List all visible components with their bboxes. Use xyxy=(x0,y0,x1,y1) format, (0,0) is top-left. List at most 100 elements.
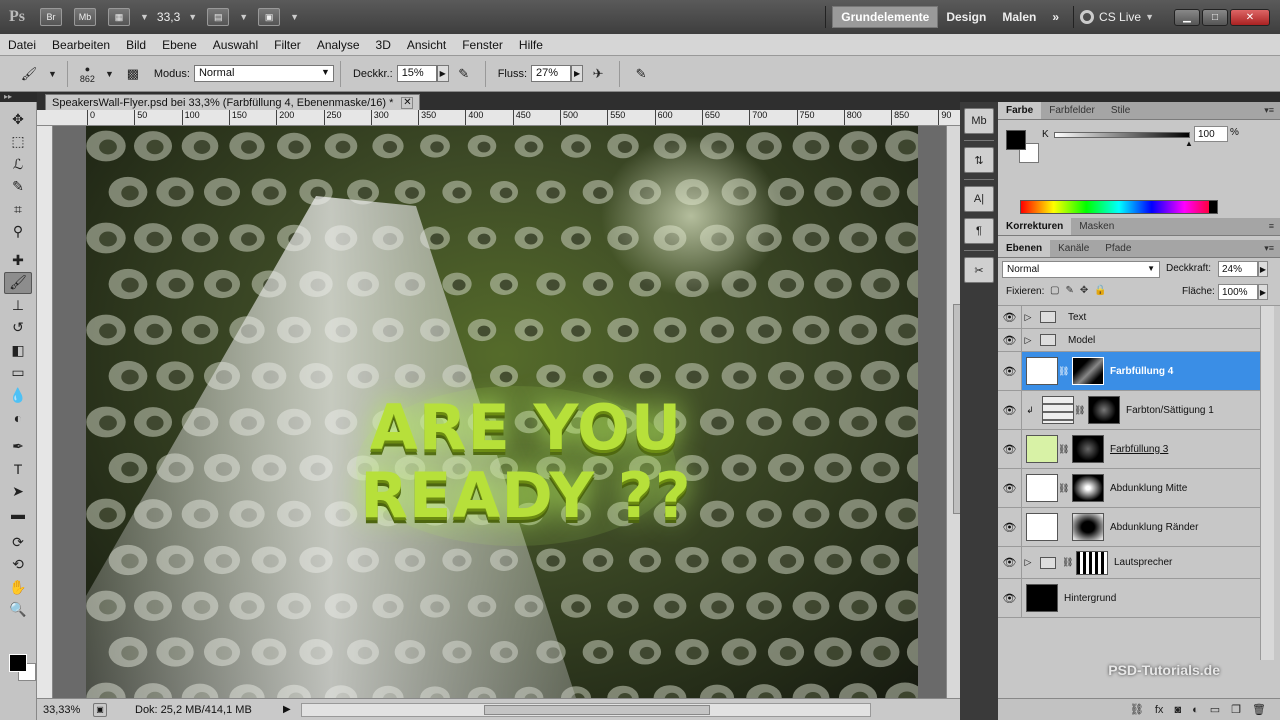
link-chain-icon[interactable]: ⛓ xyxy=(1074,405,1085,416)
chevron-down-icon[interactable]: ▼ xyxy=(290,12,299,22)
layer-row-hintergrund[interactable]: 👁 Hintergrund xyxy=(998,579,1260,618)
dock-collapse-strip[interactable] xyxy=(960,92,998,102)
tools-collapse-strip[interactable]: ▸▸ xyxy=(0,92,37,102)
foreground-color-swatch[interactable] xyxy=(9,654,27,672)
horizontal-scrollbar[interactable] xyxy=(300,702,871,717)
new-group-icon[interactable]: ▭ xyxy=(1210,703,1220,716)
brush-panel-toggle-icon[interactable]: ▩ xyxy=(120,61,146,87)
layer-row-abdunklung-raender[interactable]: 👁 ⛓ Abdunklung Ränder xyxy=(998,508,1260,547)
tool-presets-panel-icon[interactable]: ✂ xyxy=(964,257,994,283)
close-button[interactable]: ✕ xyxy=(1230,8,1270,26)
tab-farbe[interactable]: Farbe xyxy=(998,102,1042,119)
pressure-size-icon[interactable]: ✎ xyxy=(628,61,654,87)
layer-mask-thumbnail[interactable] xyxy=(1072,474,1104,502)
fill-field[interactable]: 100% xyxy=(1218,284,1258,300)
expand-triangle-icon[interactable]: ▷ xyxy=(1022,312,1034,323)
flow-field[interactable]: 27% xyxy=(531,65,572,82)
layers-scrollbar[interactable] xyxy=(1260,306,1274,660)
slider-thumb-icon[interactable]: ▲ xyxy=(1185,139,1193,148)
status-zoom[interactable]: 33,33% xyxy=(37,704,87,716)
k-slider[interactable] xyxy=(1054,132,1190,138)
chevron-down-icon[interactable]: ▼ xyxy=(48,69,57,79)
opacity-field[interactable]: 15% xyxy=(396,65,437,82)
tab-kanaele[interactable]: Kanäle xyxy=(1050,240,1097,257)
gradient-tool-icon[interactable]: ▭ xyxy=(4,362,32,385)
brush-preset-picker[interactable]: ● 862 xyxy=(80,64,95,84)
layer-row-farbfuellung-3[interactable]: 👁 ⛓ Farbfüllung 3 xyxy=(998,430,1260,469)
flow-slider-arrow-icon[interactable]: ▶ xyxy=(571,65,584,82)
menu-bild[interactable]: Bild xyxy=(118,38,154,52)
bridge-button[interactable]: Br xyxy=(40,8,62,26)
menu-fenster[interactable]: Fenster xyxy=(454,38,511,52)
3d-rotate-tool-icon[interactable]: ⟳ xyxy=(4,531,32,554)
lock-icons[interactable]: ▢✎✥🔒 xyxy=(1050,285,1113,296)
new-adjustment-layer-icon[interactable]: ◐ xyxy=(1192,704,1199,716)
panel-menu-icon[interactable]: ▾≡ xyxy=(1264,105,1274,116)
tab-stile[interactable]: Stile xyxy=(1103,102,1138,119)
menu-analyse[interactable]: Analyse xyxy=(309,38,368,52)
airbrush-icon[interactable]: ✈ xyxy=(585,61,611,87)
workspace-design[interactable]: Design xyxy=(938,6,994,28)
opacity-slider-arrow-icon[interactable]: ▶ xyxy=(436,65,449,82)
workspace-malen[interactable]: Malen xyxy=(994,6,1044,28)
visibility-eye-icon[interactable]: 👁 xyxy=(998,547,1022,578)
menu-datei[interactable]: Datei xyxy=(0,38,44,52)
layer-mask-thumbnail[interactable] xyxy=(1072,435,1104,463)
visibility-eye-icon[interactable]: 👁 xyxy=(998,508,1022,546)
delete-layer-icon[interactable]: 🗑 xyxy=(1252,703,1266,716)
chevron-down-icon[interactable]: ▼ xyxy=(105,69,114,79)
visibility-eye-icon[interactable]: 👁 xyxy=(998,352,1022,390)
layer-style-icon[interactable]: fx xyxy=(1155,704,1164,716)
pen-tool-icon[interactable]: ✒ xyxy=(4,435,32,458)
zoom-level[interactable]: 33,3 xyxy=(157,10,180,24)
mode-select[interactable]: Normal ▼ xyxy=(193,65,334,82)
canvas-image[interactable]: ARE YOU READY ?? xyxy=(86,126,918,698)
maximize-button[interactable]: □ xyxy=(1202,8,1228,26)
link-chain-icon[interactable]: ⛓ xyxy=(1058,366,1069,377)
arrange-documents-icon[interactable]: ▤ xyxy=(207,8,230,26)
status-menu-arrow-icon[interactable]: ▶ xyxy=(283,704,291,715)
hand-tool-icon[interactable]: ✋ xyxy=(4,576,32,599)
color-spectrum-bar[interactable] xyxy=(1020,200,1218,214)
layer-row-farbton-saettigung-1[interactable]: 👁 ↲ ⛓ Farbton/Sättigung 1 xyxy=(998,391,1260,430)
history-panel-icon[interactable]: ⇅ xyxy=(964,147,994,173)
close-tab-icon[interactable]: ✕ xyxy=(401,96,414,109)
menu-bearbeiten[interactable]: Bearbeiten xyxy=(44,38,118,52)
visibility-eye-icon[interactable]: 👁 xyxy=(998,306,1022,328)
canvas-viewport[interactable]: ARE YOU READY ?? xyxy=(53,126,946,698)
menu-ansicht[interactable]: Ansicht xyxy=(399,38,454,52)
horizontal-ruler[interactable]: 0 50 100 150 200 250 300 350 400 450 500 550 600 650 7… xyxy=(37,110,960,126)
healing-brush-tool-icon[interactable]: ✚ xyxy=(4,249,32,272)
chevron-down-icon[interactable]: ▼ xyxy=(239,12,248,22)
layer-row-lautsprecher[interactable]: 👁 ▷ ⛓ Lautsprecher xyxy=(998,547,1260,579)
k-value-field[interactable]: 100 xyxy=(1194,126,1228,142)
expand-triangle-icon[interactable]: ▷ xyxy=(1022,335,1034,346)
paragraph-panel-icon[interactable]: ¶ xyxy=(964,218,994,244)
link-layers-icon[interactable]: ⛓ xyxy=(1130,703,1144,716)
screen-mode-icon[interactable]: ▣ xyxy=(258,8,281,26)
quick-selection-tool-icon[interactable]: ✎ xyxy=(4,176,32,199)
fill-arrow-icon[interactable]: ▶ xyxy=(1258,284,1268,300)
dodge-tool-icon[interactable]: ◐ xyxy=(4,407,32,430)
marquee-tool-icon[interactable]: ⬚ xyxy=(4,131,32,154)
tab-ebenen[interactable]: Ebenen xyxy=(998,240,1051,257)
link-chain-icon[interactable]: ⛓ xyxy=(1058,483,1069,494)
minimize-button[interactable]: ▁ xyxy=(1174,8,1200,26)
menu-auswahl[interactable]: Auswahl xyxy=(205,38,266,52)
more-workspaces-icon[interactable]: » xyxy=(1044,6,1067,28)
pressure-opacity-icon[interactable]: ✎ xyxy=(451,61,477,87)
brush-tool-preset-icon[interactable]: 🖌 xyxy=(16,61,42,87)
vertical-scrollbar[interactable] xyxy=(946,126,963,698)
vertical-ruler[interactable] xyxy=(37,126,53,698)
cs-live-menu[interactable]: CS Live ▼ xyxy=(1080,10,1158,24)
mini-bridge-panel-icon[interactable]: Mb xyxy=(964,108,994,134)
eraser-tool-icon[interactable]: ◧ xyxy=(4,339,32,362)
tab-korrekturen[interactable]: Korrekturen xyxy=(998,218,1072,235)
shape-tool-icon[interactable]: ▬ xyxy=(4,503,32,526)
layer-row-model[interactable]: 👁 ▷ Model xyxy=(998,329,1260,352)
visibility-eye-icon[interactable]: 👁 xyxy=(998,391,1022,429)
lasso-tool-icon[interactable]: ℒ xyxy=(4,153,32,176)
opacity-arrow-icon[interactable]: ▶ xyxy=(1258,261,1268,277)
visibility-eye-icon[interactable]: 👁 xyxy=(998,579,1022,617)
panel-menu-icon[interactable]: ▾≡ xyxy=(1264,243,1274,254)
